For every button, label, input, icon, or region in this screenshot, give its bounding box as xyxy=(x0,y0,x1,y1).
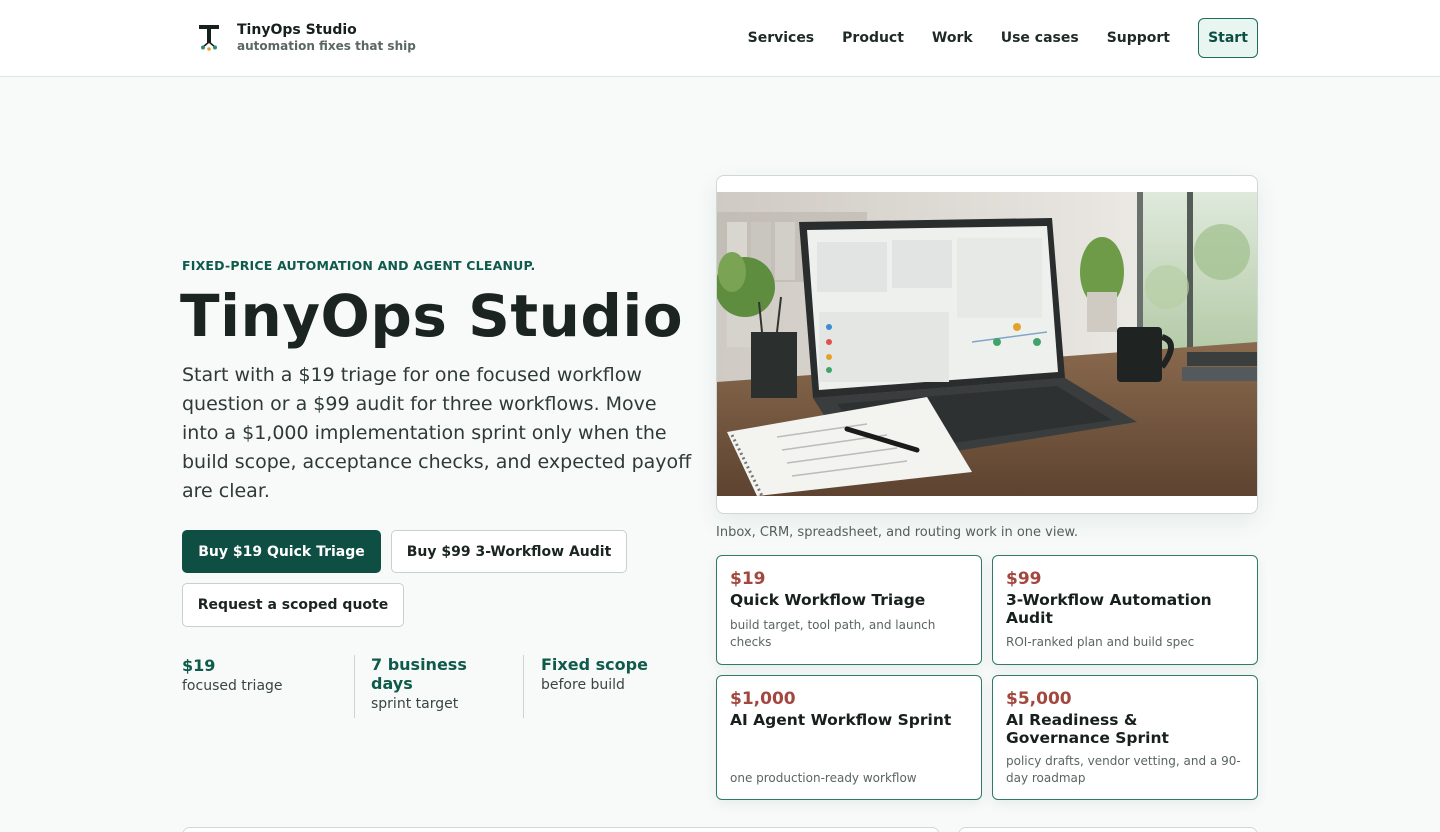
offer-price: $1,000 xyxy=(730,689,796,709)
hero-description: Start with a $19 triage for one focused … xyxy=(182,364,692,502)
stat-triage: $19 focused triage xyxy=(182,656,283,696)
hero-eyebrow: FIXED-PRICE AUTOMATION AND AGENT CLEANUP… xyxy=(182,258,536,273)
nav-work[interactable]: Work xyxy=(932,30,973,46)
image-caption: Inbox, CRM, spreadsheet, and routing wor… xyxy=(716,525,1079,540)
hero-image-card xyxy=(716,175,1258,514)
request-quote-button[interactable]: Request a scoped quote xyxy=(182,583,404,627)
offer-card-agent-sprint[interactable]: $1,000 AI Agent Workflow Sprint one prod… xyxy=(716,675,982,800)
site-header: TinyOps Studio automation fixes that shi… xyxy=(0,0,1440,77)
main-nav: Services Product Work Use cases Support … xyxy=(720,18,1258,58)
nav-support[interactable]: Support xyxy=(1107,30,1170,46)
tinyops-logo-icon xyxy=(199,25,219,51)
offer-card-governance-sprint[interactable]: $5,000 AI Readiness & Governance Sprint … xyxy=(992,675,1258,800)
offer-price: $19 xyxy=(730,569,766,589)
brand-text: TinyOps Studio automation fixes that shi… xyxy=(237,22,416,54)
offer-price: $99 xyxy=(1006,569,1042,589)
workspace-laptop-photo xyxy=(717,192,1257,496)
brand[interactable]: TinyOps Studio automation fixes that shi… xyxy=(195,22,416,54)
stat-label: sprint target xyxy=(371,696,459,712)
stat-label: focused triage xyxy=(182,678,283,694)
offer-name: Quick Workflow Triage xyxy=(730,591,926,609)
offer-price: $5,000 xyxy=(1006,689,1072,709)
offer-card-audit[interactable]: $99 3-Workflow Automation Audit ROI-rank… xyxy=(992,555,1258,665)
nav-services[interactable]: Services xyxy=(748,30,815,46)
next-section-card xyxy=(958,827,1258,832)
stat-value: Fixed scope xyxy=(541,655,648,674)
offer-description: one production-ready workflow xyxy=(730,771,917,785)
next-section-card xyxy=(182,827,940,832)
brand-name: TinyOps Studio xyxy=(237,22,357,38)
offer-name: AI Agent Workflow Sprint xyxy=(730,711,952,729)
nav-use-cases[interactable]: Use cases xyxy=(1001,30,1079,46)
stat-label: before build xyxy=(541,677,625,693)
start-button[interactable]: Start xyxy=(1198,18,1258,58)
stat-sprint: 7 business days sprint target xyxy=(354,655,524,718)
stat-scope: Fixed scope before build xyxy=(523,655,648,718)
offer-description: ROI-ranked plan and build spec xyxy=(1006,635,1195,649)
stat-value: 7 business days xyxy=(371,655,467,693)
buy-audit-button[interactable]: Buy $99 3-Workflow Audit xyxy=(391,530,627,573)
brand-tagline: automation fixes that ship xyxy=(237,39,416,53)
buy-quick-triage-button[interactable]: Buy $19 Quick Triage xyxy=(182,530,381,573)
offer-name: AI Readiness & Governance Sprint xyxy=(1006,711,1169,747)
offer-name: 3-Workflow Automation Audit xyxy=(1006,591,1212,627)
stat-value: $19 xyxy=(182,656,216,675)
offer-description: build target, tool path, and launch chec… xyxy=(730,618,936,649)
offer-card-quick-triage[interactable]: $19 Quick Workflow Triage build target, … xyxy=(716,555,982,665)
nav-product[interactable]: Product xyxy=(842,30,904,46)
hero-title: TinyOps Studio xyxy=(180,282,684,350)
offer-description: policy drafts, vendor vetting, and a 90-… xyxy=(1006,754,1241,785)
